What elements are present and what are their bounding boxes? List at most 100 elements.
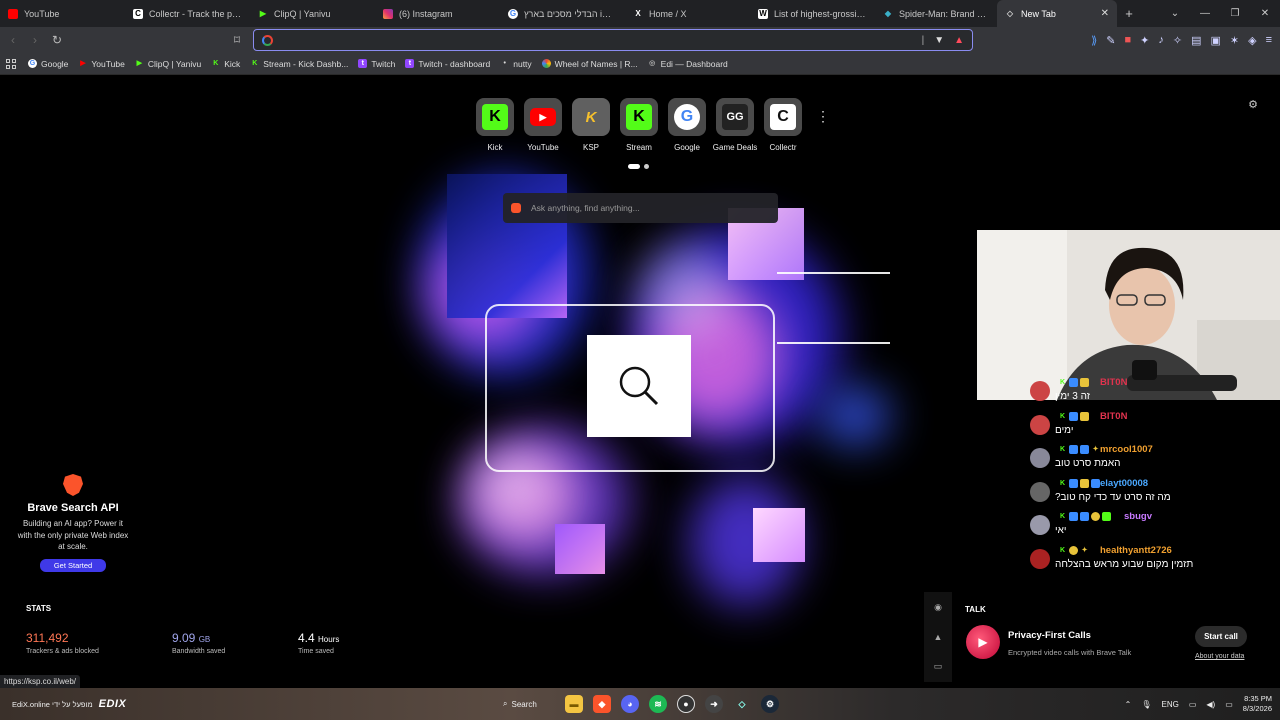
stats-title: STATS	[26, 604, 52, 613]
top-site-collectr[interactable]: C Collectr	[764, 98, 802, 152]
tab-title: הבדלי מסכים בארץ imax	[524, 8, 617, 19]
top-site-youtube[interactable]: ▶ YouTube	[524, 98, 562, 152]
youtube-icon	[8, 8, 18, 19]
bookmark-label: nutty	[513, 58, 532, 69]
bookmark-google[interactable]: G Google	[28, 59, 68, 69]
about-your-data-link[interactable]: About your data	[1195, 653, 1244, 660]
taskbar-search[interactable]: ⌕ Search	[503, 699, 555, 709]
top-site-kick[interactable]: K Kick	[476, 98, 514, 152]
brave-icon[interactable]: ◆	[593, 695, 611, 713]
gg-icon: GG	[716, 98, 754, 136]
close-icon[interactable]: ✕	[1101, 8, 1109, 19]
badge-icon	[1091, 478, 1100, 488]
tab-youtube[interactable]: YouTube	[0, 0, 125, 27]
kick-badge-icon: K	[1059, 379, 1066, 386]
search-icon	[619, 366, 659, 406]
shield-icon[interactable]: ◉	[934, 602, 942, 613]
new-tab-page: K Kick ▶ YouTube K KSP K Stream G Google…	[0, 76, 1280, 688]
page-dot[interactable]	[644, 164, 649, 169]
stat-value: 4.4	[298, 631, 315, 645]
top-site-google[interactable]: G Google	[668, 98, 706, 152]
bookmark-twitch-dashboard[interactable]: t Twitch - dashboard	[405, 59, 490, 69]
bookmark-clipq[interactable]: ▶ ClipQ | Yanivu	[135, 59, 202, 69]
gear-icon[interactable]: ⚙	[1248, 98, 1258, 111]
discord-icon[interactable]: ◕	[621, 695, 639, 713]
bookmark-nutty[interactable]: • nutty	[500, 58, 532, 69]
sparkle-icon[interactable]: ✶	[1230, 34, 1239, 47]
stat-unit: Hours	[318, 635, 340, 644]
ai-icon[interactable]: ✎	[1106, 34, 1115, 47]
top-site-ksp[interactable]: K KSP	[572, 98, 610, 152]
puzzle-icon[interactable]: ✦	[1140, 34, 1149, 47]
forward-icon[interactable]: ›	[24, 33, 46, 47]
tab-wikipedia[interactable]: W List of highest-grossing F	[750, 0, 875, 27]
tab-collectr[interactable]: C Collectr - Track the prices	[125, 0, 250, 27]
wallet-icon[interactable]: ▣	[1210, 34, 1220, 47]
tab-search-icon[interactable]: ⌄	[1160, 8, 1190, 19]
tab-new-tab[interactable]: ◇ New Tab ✕	[997, 0, 1117, 27]
extension-icon[interactable]: ■	[1124, 34, 1131, 46]
sparkle-badge-icon: ✦	[1081, 546, 1088, 554]
address-input[interactable]	[279, 34, 922, 46]
crown-badge-icon	[1080, 478, 1089, 488]
shields-icon[interactable]: ▼	[934, 35, 944, 46]
app-icon[interactable]: ➜	[705, 695, 723, 713]
more-options-icon[interactable]: ⋮	[816, 108, 830, 125]
tab-instagram[interactable]: (6) Instagram	[375, 0, 500, 27]
tray-overflow-icon[interactable]: ⌃	[1125, 700, 1132, 709]
back-icon[interactable]: ‹	[2, 33, 24, 47]
clock[interactable]: 8:35 PM 8/3/2026	[1243, 694, 1272, 714]
new-tab-button[interactable]: +	[1117, 6, 1141, 21]
tab-x[interactable]: X Home / X	[625, 0, 750, 27]
edix-logo: EDIX	[98, 698, 127, 710]
search-box[interactable]: Ask anything, find anything...	[503, 193, 778, 223]
translate-icon[interactable]: ⟫	[1091, 34, 1097, 47]
windows-start-icon[interactable]	[478, 697, 493, 712]
microphone-icon[interactable]: 🎙	[1141, 700, 1151, 709]
youtube-icon: ▶	[524, 98, 562, 136]
steam-icon[interactable]: ⚙	[761, 695, 779, 713]
bookmark-twitch[interactable]: t Twitch	[358, 59, 395, 69]
network-icon[interactable]: ▭	[1189, 700, 1197, 709]
separator: |	[921, 34, 925, 46]
get-started-button[interactable]: Get Started	[39, 558, 107, 572]
music-icon[interactable]: ♪	[1158, 34, 1164, 46]
language-indicator[interactable]: ENG	[1162, 700, 1179, 709]
tab-google-imax[interactable]: G הבדלי מסכים בארץ imax	[500, 0, 625, 27]
camera-icon[interactable]: ▭	[934, 661, 943, 672]
menu-icon[interactable]: ≡	[1266, 34, 1272, 46]
minimize-icon[interactable]: —	[1190, 8, 1220, 19]
close-window-icon[interactable]: ✕	[1250, 8, 1280, 19]
app-diamond-icon[interactable]: ◇	[733, 695, 751, 713]
leo-icon[interactable]: ✧	[1173, 34, 1182, 47]
restore-icon[interactable]: ❐	[1220, 8, 1250, 19]
page-dot-active[interactable]	[628, 164, 640, 169]
bookmark-kick-dashboard[interactable]: K Stream - Kick Dashb...	[250, 59, 348, 69]
top-site-stream[interactable]: K Stream	[620, 98, 658, 152]
chat-username: sbugv	[1124, 511, 1152, 522]
bookmark-wheel-of-names[interactable]: Wheel of Names | R...	[541, 59, 638, 69]
spotify-icon[interactable]: ≋	[649, 695, 667, 713]
file-explorer-icon[interactable]: ▬	[565, 695, 583, 713]
alert-icon[interactable]: ▲	[934, 632, 943, 642]
sidebar-icon[interactable]: ▤	[1191, 34, 1201, 47]
address-bar[interactable]: | ▼ ▲	[253, 29, 973, 51]
bookmark-icon[interactable]: ⌑	[226, 33, 248, 47]
clock-time: 8:35 PM	[1244, 694, 1272, 703]
tab-spiderman[interactable]: ◆ Spider-Man: Brand New D	[875, 0, 997, 27]
reload-icon[interactable]: ↻	[46, 33, 68, 47]
apps-icon[interactable]	[6, 58, 16, 69]
rewards-icon[interactable]: ▲	[954, 35, 964, 46]
battery-icon[interactable]: ▭	[1225, 700, 1233, 709]
chat-overlay: K BIT0N זה 3 ימין K BIT0N ימים K ✦ mrcool…	[1028, 377, 1280, 578]
bookmark-edi-dashboard[interactable]: ◎ Edi — Dashboard	[648, 59, 728, 69]
vpn-icon[interactable]: ◈	[1248, 34, 1256, 47]
chat-text: ימים	[1055, 424, 1074, 436]
bookmark-kick[interactable]: K Kick	[211, 59, 240, 69]
top-site-game-deals[interactable]: GG Game Deals	[713, 98, 757, 152]
bookmark-youtube[interactable]: ▶ YouTube	[78, 59, 125, 69]
obs-icon[interactable]: ●	[677, 695, 695, 713]
volume-icon[interactable]: ◀)	[1206, 700, 1215, 709]
tab-clipq[interactable]: ▶ ClipQ | Yanivu	[250, 0, 375, 27]
start-call-button[interactable]: Start call	[1195, 626, 1247, 647]
